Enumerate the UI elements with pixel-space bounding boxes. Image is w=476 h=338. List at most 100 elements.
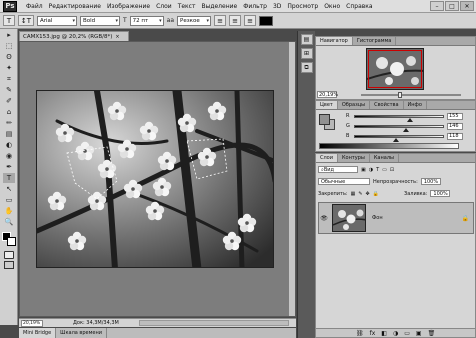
channel-b-value[interactable]: 118 [447, 132, 463, 140]
add-mask-icon[interactable]: ◧ [381, 330, 387, 337]
tab-color[interactable]: Цвет [316, 101, 338, 109]
channel-b-slider[interactable] [354, 134, 444, 142]
font-family-select[interactable]: Arial ▾ [37, 15, 77, 26]
screen-mode-icon[interactable] [4, 261, 14, 269]
history-panel-icon[interactable]: ▤ [300, 34, 313, 45]
eye-icon[interactable]: 👁 [319, 215, 329, 222]
crop-tool-icon[interactable]: ⌗ [3, 74, 15, 84]
tab-paths[interactable]: Контуры [338, 154, 370, 162]
font-size-select[interactable]: 72 пт ▾ [129, 15, 164, 26]
channel-r-knob[interactable] [406, 117, 413, 122]
filter-shape-icon[interactable]: ▭ [382, 167, 387, 173]
marquee-tool-icon[interactable]: ⬚ [3, 41, 15, 51]
font-style-select[interactable]: Bold ▾ [80, 15, 120, 26]
background-color-swatch[interactable] [7, 237, 16, 246]
fg-bg-colors[interactable] [1, 231, 17, 247]
lock-pixels-icon[interactable]: ▦ [351, 191, 356, 197]
tab-histogram[interactable]: Гистограмма [353, 37, 397, 45]
history-brush-tool-icon[interactable]: ▤ [3, 129, 15, 139]
menu-edit[interactable]: Редактирование [46, 3, 104, 10]
channel-g-value[interactable]: 146 [447, 122, 463, 130]
align-center-button[interactable]: ≡ [229, 15, 242, 26]
channel-g-knob[interactable] [403, 127, 410, 132]
antialias-select[interactable]: Резкое ▾ [177, 15, 212, 26]
channel-r-slider[interactable] [354, 114, 444, 122]
menu-select[interactable]: Выделение [198, 3, 240, 10]
tab-channels[interactable]: Каналы [370, 154, 399, 162]
healing-brush-tool-icon[interactable]: ✐ [3, 96, 15, 106]
eyedropper-tool-icon[interactable]: ✎ [3, 85, 15, 95]
clone-stamp-tool-icon[interactable]: ✏ [3, 118, 15, 128]
menu-help[interactable]: Справка [343, 3, 375, 10]
shape-tool-icon[interactable]: ▭ [3, 195, 15, 205]
tab-info[interactable]: Инфо [404, 101, 427, 109]
new-group-icon[interactable]: ▭ [404, 330, 410, 337]
quick-mask-icon[interactable] [4, 251, 14, 259]
minimize-button[interactable]: – [430, 1, 444, 11]
tab-navigator[interactable]: Навигатор [316, 37, 353, 45]
lock-move-icon[interactable]: ✥ [366, 191, 370, 197]
menu-filter[interactable]: Фильтр [240, 3, 270, 10]
channel-r-value[interactable]: 155 [447, 112, 463, 120]
cherry-blossom-photo[interactable] [36, 90, 274, 268]
text-orientation-button[interactable]: ↕T [18, 15, 34, 26]
tab-swatches[interactable]: Образцы [338, 101, 371, 109]
text-color-swatch[interactable] [259, 15, 274, 26]
new-adjustment-icon[interactable]: ◑ [393, 330, 398, 337]
close-tab-icon[interactable]: × [115, 34, 119, 40]
navigator-view-box[interactable] [368, 50, 422, 88]
layer-comps-panel-icon[interactable]: ⧉ [300, 62, 313, 73]
menu-image[interactable]: Изображение [104, 3, 153, 10]
pen-tool-icon[interactable]: ✒ [3, 162, 15, 172]
add-style-icon[interactable]: fx [370, 330, 376, 337]
zoom-tool-icon[interactable]: 🔍 [3, 217, 15, 227]
navigator-zoom-knob[interactable] [398, 92, 402, 98]
eraser-tool-icon[interactable]: ◐ [3, 140, 15, 150]
opacity-field[interactable]: 100% [420, 178, 441, 185]
menu-view[interactable]: Просмотр [284, 3, 321, 10]
navigator-zoom-field[interactable]: 20,19% [317, 91, 338, 98]
filter-smart-icon[interactable]: ⊡ [390, 167, 394, 173]
brush-tool-icon[interactable]: ⌂ [3, 107, 15, 117]
align-left-button[interactable]: ≡ [214, 15, 227, 26]
move-tool-icon[interactable]: ▸ [3, 30, 15, 40]
menu-file[interactable]: Файл [23, 3, 46, 10]
close-button[interactable]: ✕ [460, 1, 474, 11]
layer-kind-select[interactable]: ⌕ Вид [318, 166, 358, 173]
filter-pixel-icon[interactable]: ▣ [361, 167, 366, 173]
foreground-color-swatch[interactable] [319, 114, 330, 125]
gradient-tool-icon[interactable]: ◉ [3, 151, 15, 161]
filter-adjust-icon[interactable]: ◑ [369, 167, 373, 173]
hand-tool-icon[interactable]: ✋ [3, 206, 15, 216]
tab-mini-bridge[interactable]: Mini Bridge [19, 328, 57, 338]
quick-select-tool-icon[interactable]: ✦ [3, 63, 15, 73]
lock-all-icon[interactable]: 🔒 [373, 191, 379, 197]
maximize-button[interactable]: □ [445, 1, 459, 11]
filter-text-icon[interactable]: T [376, 167, 379, 173]
actions-panel-icon[interactable]: ⊞ [300, 48, 313, 59]
path-select-tool-icon[interactable]: ↖ [3, 184, 15, 194]
lasso-tool-icon[interactable]: ʘ [3, 52, 15, 62]
menu-type[interactable]: Текст [175, 3, 199, 10]
vertical-scrollbar[interactable] [289, 42, 295, 316]
new-layer-icon[interactable]: ▣ [416, 330, 422, 337]
text-tool-icon[interactable]: T [3, 15, 15, 26]
align-right-button[interactable]: ≡ [244, 15, 257, 26]
channel-b-knob[interactable] [393, 137, 400, 142]
document-tab[interactable]: CAMX153.jpg @ 20,2% (RGB/8*) × [19, 31, 129, 41]
menu-window[interactable]: Окно [321, 3, 343, 10]
navigator-zoom-slider[interactable] [361, 94, 461, 96]
delete-layer-icon[interactable]: 🗑 [428, 330, 436, 337]
link-layers-icon[interactable]: ⛓ [356, 330, 364, 337]
channel-g-slider[interactable] [354, 124, 444, 132]
color-spectrum-bar[interactable] [319, 143, 459, 149]
menu-3d[interactable]: 3D [270, 3, 284, 10]
blend-mode-select[interactable]: Обычные [318, 178, 370, 185]
lock-paint-icon[interactable]: ✎ [358, 191, 362, 197]
type-tool-icon[interactable]: T [3, 173, 15, 183]
tab-layers[interactable]: Слои [316, 154, 338, 162]
tab-timeline[interactable]: Шкала времени [56, 328, 107, 338]
horizontal-scrollbar[interactable] [139, 320, 289, 326]
layer-row-background[interactable]: 👁 Фон 🔒 [318, 202, 474, 234]
zoom-field[interactable]: 20,19% [21, 319, 43, 327]
